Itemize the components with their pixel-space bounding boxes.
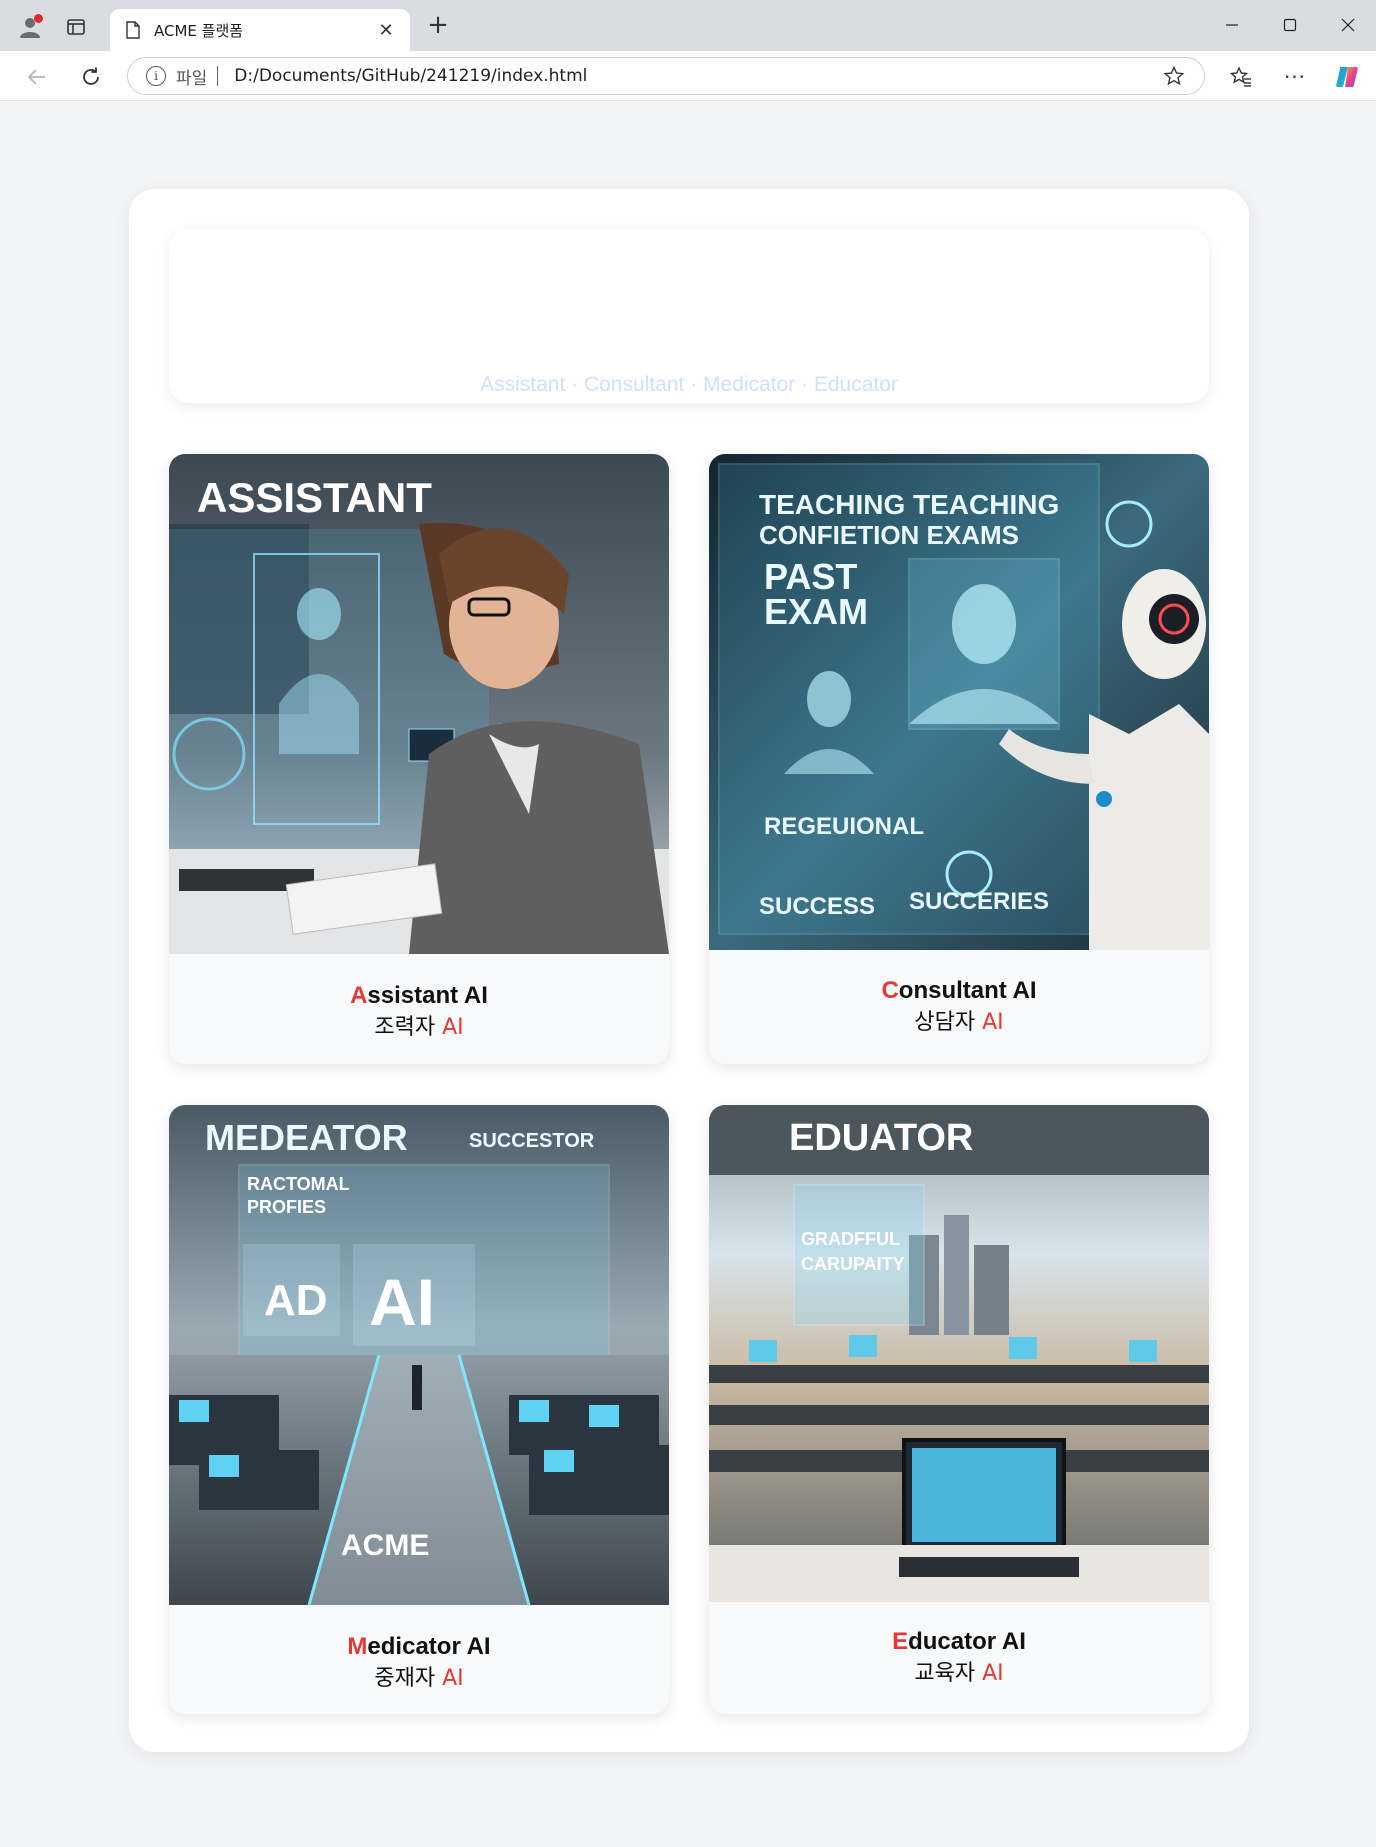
back-arrow-icon[interactable] <box>22 62 52 92</box>
card-title-rest: ducator AI <box>908 1628 1026 1655</box>
svg-text:SUCCERIES: SUCCERIES <box>909 888 1049 915</box>
card-title-rest: edicator AI <box>367 1633 491 1660</box>
assistant-ai-image: ASSISTANT <box>169 454 669 954</box>
card-subtitle: 상담자 AI <box>709 1007 1209 1039</box>
svg-text:PROFIES: PROFIES <box>247 1197 326 1217</box>
card-caption: Consultant AI 상담자 AI <box>709 975 1209 1039</box>
card-subtitle-korean: 조력자 <box>374 1015 443 1040</box>
svg-text:EXAM: EXAM <box>764 591 868 632</box>
card-subtitle-korean: 교육자 <box>914 1661 983 1686</box>
address-bar[interactable]: i 파일 D:/Documents/GitHub/241219/index.ht… <box>127 57 1205 95</box>
profile-icon[interactable] <box>16 13 44 41</box>
card-subtitle: 교육자 AI <box>709 1658 1209 1690</box>
star-icon[interactable] <box>1162 64 1186 88</box>
window-close-icon[interactable] <box>1320 8 1376 42</box>
svg-text:EDUATOR: EDUATOR <box>789 1117 973 1159</box>
plus-icon[interactable]: + <box>424 12 452 40</box>
medicator-ai-card[interactable]: MEDEATOR SUCCESTOR RACTOMAL PROFIES AD A… <box>169 1105 669 1714</box>
tab-actions-icon[interactable] <box>62 13 90 41</box>
active-tab[interactable]: ACME 플랫폼 ✕ <box>110 9 410 51</box>
card-subtitle-ai: AI <box>442 1015 464 1040</box>
svg-text:ASSISTANT: ASSISTANT <box>197 474 432 521</box>
svg-text:CARUPAITY: CARUPAITY <box>801 1254 905 1274</box>
hero-subtitle: Assistant · Consultant · Medicator · Edu… <box>480 373 898 396</box>
svg-text:CONFIETION EXAMS: CONFIETION EXAMS <box>759 520 1019 550</box>
card-title: Consultant AI <box>709 975 1209 1007</box>
info-icon[interactable]: i <box>146 66 166 86</box>
svg-text:MEDEATOR: MEDEATOR <box>205 1117 408 1158</box>
card-title-initial: A <box>350 982 368 1009</box>
svg-text:ACME: ACME <box>341 1529 429 1562</box>
copilot-icon[interactable] <box>1333 62 1363 92</box>
assistant-ai-card[interactable]: ASSISTANT Assistant AI 조력자 AI <box>169 454 669 1064</box>
maximize-icon[interactable] <box>1262 8 1318 42</box>
svg-text:TEACHING TEACHING: TEACHING TEACHING <box>759 489 1059 520</box>
consultant-ai-image: TEACHING TEACHING CONFIETION EXAMS PAST … <box>709 454 1209 950</box>
medicator-ai-image: MEDEATOR SUCCESTOR RACTOMAL PROFIES AD A… <box>169 1105 669 1605</box>
svg-text:AD: AD <box>264 1276 328 1325</box>
card-caption: Assistant AI 조력자 AI <box>169 980 669 1044</box>
svg-text:GRADFFUL: GRADFFUL <box>801 1229 900 1249</box>
browser-tab-bar: ACME 플랫폼 ✕ + <box>0 0 1376 51</box>
address-protocol-label: 파일 <box>176 68 208 89</box>
card-subtitle-korean: 상담자 <box>914 1010 983 1035</box>
card-title-rest: onsultant AI <box>898 977 1037 1004</box>
card-subtitle-ai: AI <box>982 1010 1004 1035</box>
card-title: Medicator AI <box>169 1631 669 1663</box>
educator-ai-image: EDUATOR GRADFFUL CARUPAITY <box>709 1105 1209 1602</box>
svg-text:AI: AI <box>369 1265 435 1339</box>
card-title: Assistant AI <box>169 980 669 1012</box>
card-subtitle: 조력자 AI <box>169 1012 669 1044</box>
browser-toolbar: i 파일 D:/Documents/GitHub/241219/index.ht… <box>0 51 1376 101</box>
card-subtitle-korean: 중재자 <box>374 1666 443 1691</box>
card-subtitle-ai: AI <box>982 1661 1004 1686</box>
more-icon[interactable]: ··· <box>1280 62 1310 92</box>
card-subtitle-ai: AI <box>442 1666 464 1691</box>
favorites-icon[interactable] <box>1226 62 1256 92</box>
card-caption: Medicator AI 중재자 AI <box>169 1631 669 1695</box>
hero-banner: Assistant · Consultant · Medicator · Edu… <box>169 229 1209 403</box>
main-container: Assistant · Consultant · Medicator · Edu… <box>129 189 1249 1752</box>
notification-dot <box>34 14 43 23</box>
page-icon <box>124 20 142 40</box>
svg-text:REGEUIONAL: REGEUIONAL <box>764 813 924 840</box>
svg-text:SUCCESTOR: SUCCESTOR <box>469 1130 595 1152</box>
card-title-initial: E <box>892 1628 909 1655</box>
educator-ai-card[interactable]: EDUATOR GRADFFUL CARUPAITY Educator AI 교… <box>709 1105 1209 1714</box>
close-icon[interactable]: ✕ <box>376 20 396 41</box>
address-separator <box>217 66 219 86</box>
address-url[interactable]: D:/Documents/GitHub/241219/index.html <box>234 66 1162 86</box>
minimize-icon[interactable] <box>1204 8 1260 42</box>
card-title-rest: ssistant AI <box>367 982 488 1009</box>
reload-icon[interactable] <box>76 62 106 92</box>
card-subtitle: 중재자 AI <box>169 1663 669 1695</box>
svg-text:RACTOMAL: RACTOMAL <box>247 1174 350 1194</box>
consultant-ai-card[interactable]: TEACHING TEACHING CONFIETION EXAMS PAST … <box>709 454 1209 1064</box>
tab-title: ACME 플랫폼 <box>154 21 244 40</box>
card-title: Educator AI <box>709 1626 1209 1658</box>
card-title-initial: C <box>881 977 899 1004</box>
card-caption: Educator AI 교육자 AI <box>709 1626 1209 1690</box>
card-title-initial: M <box>347 1633 368 1660</box>
svg-text:SUCCESS: SUCCESS <box>759 893 875 920</box>
